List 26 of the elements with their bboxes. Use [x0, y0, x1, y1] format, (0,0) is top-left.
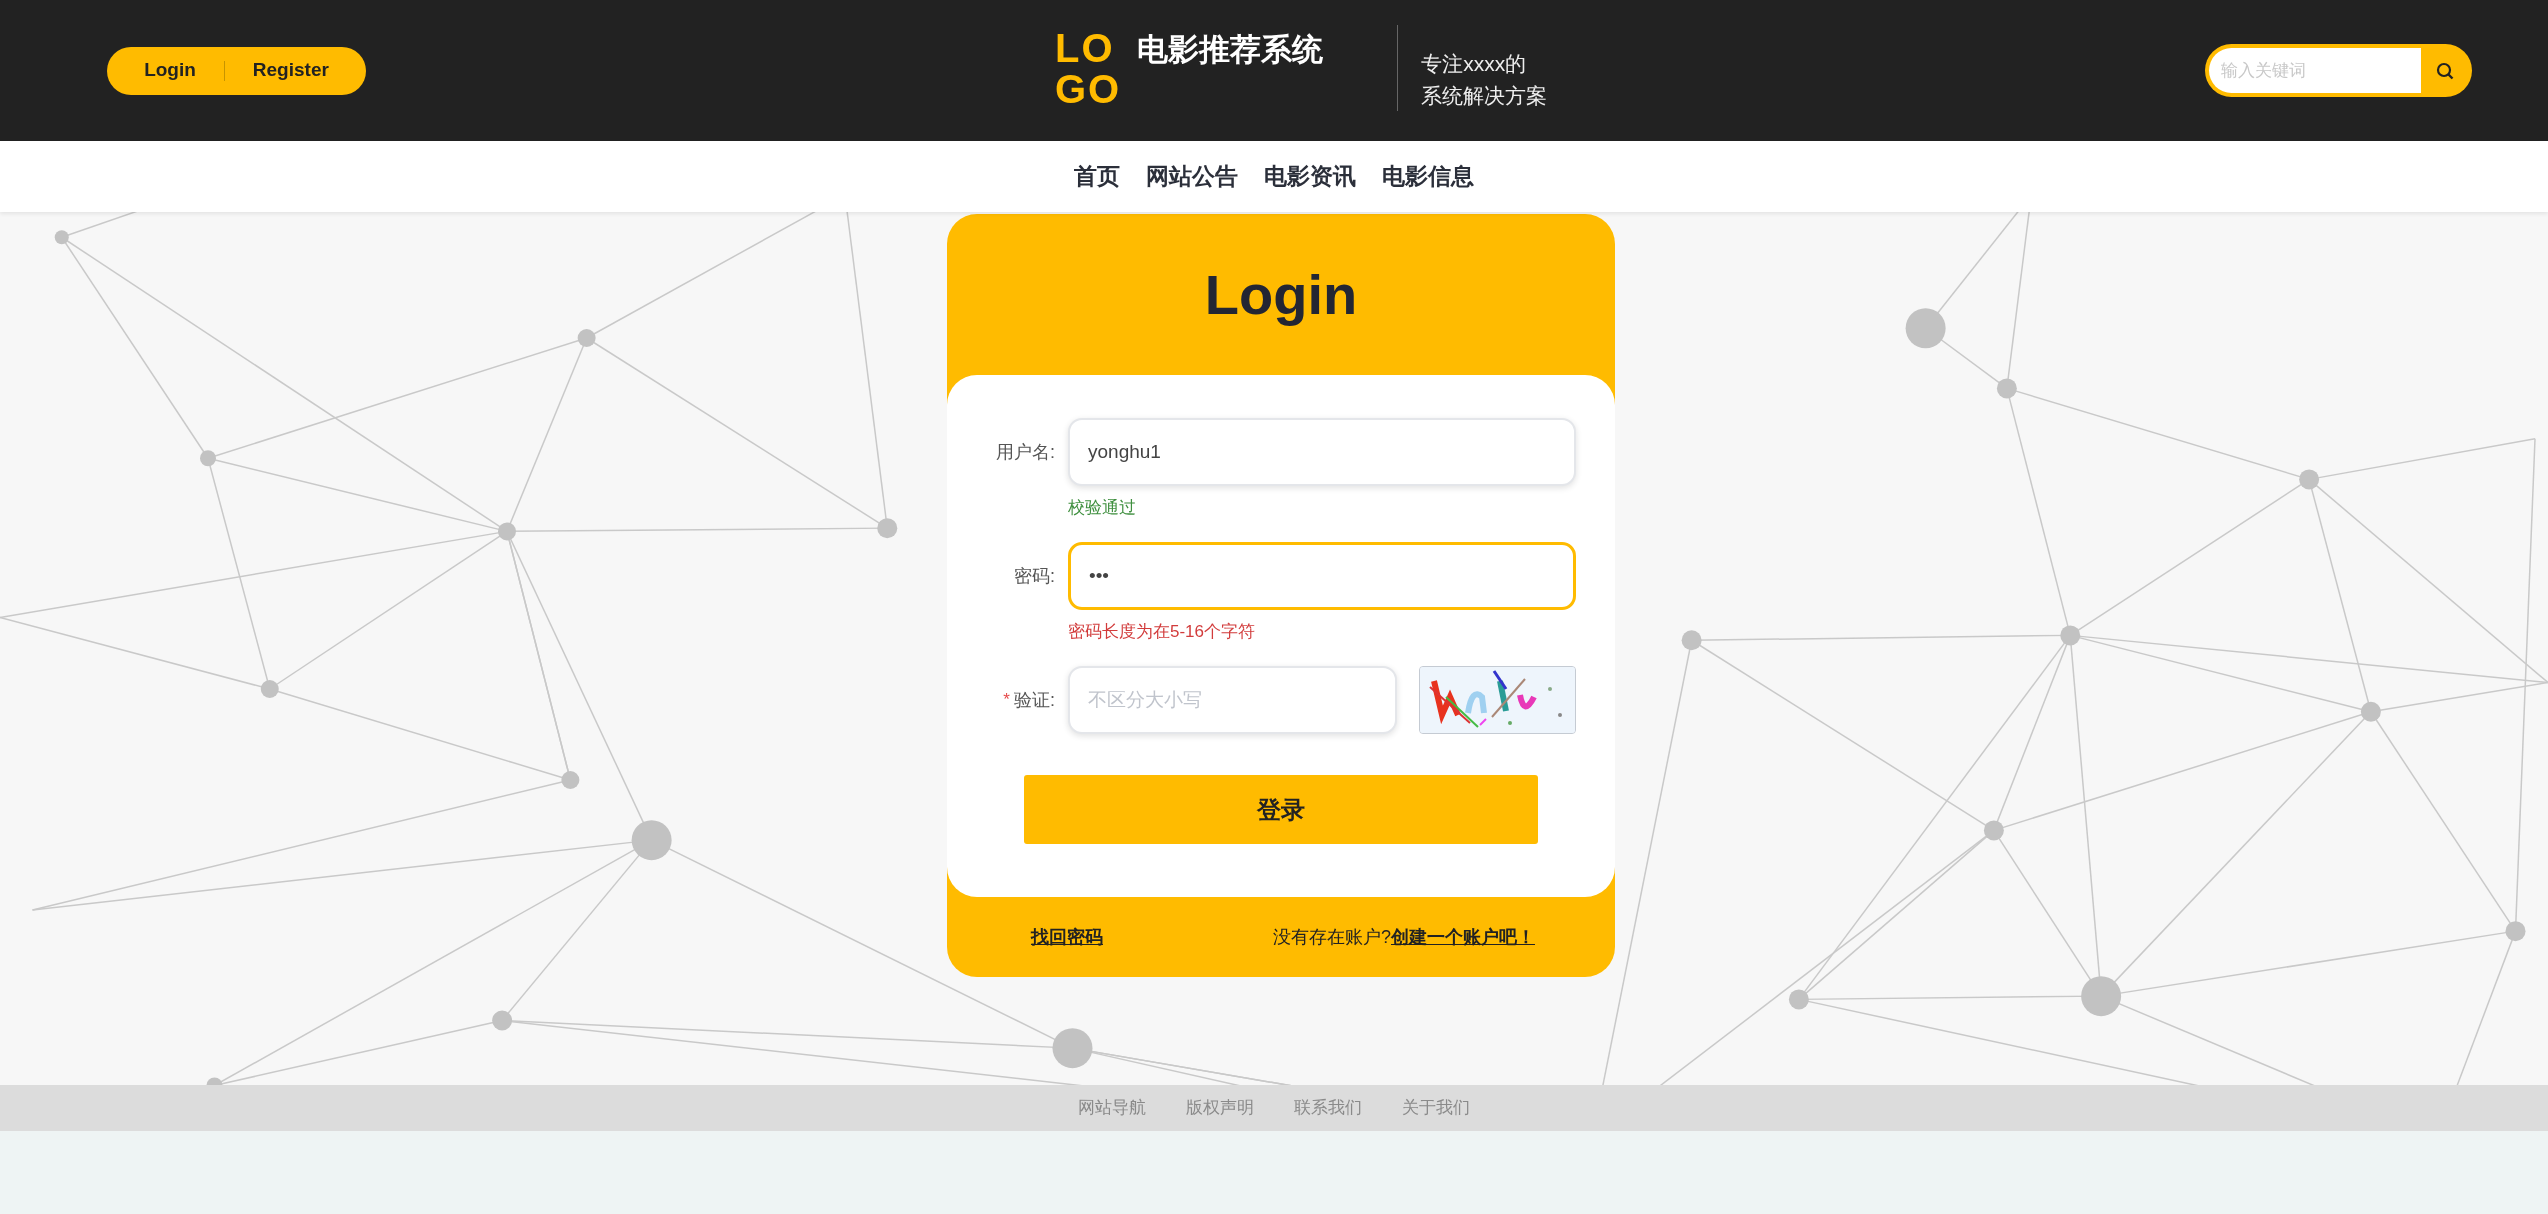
- nav-link[interactable]: 网站公告: [1146, 159, 1238, 194]
- validation-message: 密码长度为在5-16个字符: [1068, 621, 1256, 643]
- slogan-text: 专注xxxx的: [1421, 51, 1528, 77]
- field-label: 密码:: [1014, 564, 1055, 588]
- captcha-field[interactable]: 不区分大小写: [1068, 666, 1397, 734]
- forgot-password-link[interactable]: 找回密码: [1031, 923, 1103, 951]
- logo-text: LO: [1055, 28, 1116, 69]
- register-link[interactable]: Register: [252, 56, 329, 85]
- search-icon[interactable]: [2435, 61, 2454, 80]
- field-label: 验证:: [1014, 688, 1055, 712]
- required-mark: *: [1003, 689, 1010, 712]
- signup-prompt: 没有存在账户?: [1273, 925, 1391, 949]
- field-label: 用户名:: [996, 440, 1055, 464]
- site-title: 电影推荐系统: [1137, 31, 1324, 69]
- validation-message: 校验通过: [1068, 497, 1136, 519]
- nav-link[interactable]: 电影信息: [1382, 159, 1474, 194]
- password-field[interactable]: •••: [1068, 542, 1576, 610]
- login-button[interactable]: 登录: [1024, 775, 1538, 844]
- login-title: Login: [1203, 261, 1359, 328]
- nav-link[interactable]: 电影资讯: [1264, 159, 1356, 194]
- nav-link[interactable]: 首页: [1074, 159, 1120, 194]
- username-field[interactable]: yonghu1: [1068, 418, 1576, 486]
- create-account-link[interactable]: 创建一个账户吧！: [1391, 923, 1535, 951]
- slogan-text: 系统解决方案: [1421, 83, 1548, 109]
- logo-text: GO: [1055, 69, 1122, 110]
- login-link[interactable]: Login: [144, 56, 196, 85]
